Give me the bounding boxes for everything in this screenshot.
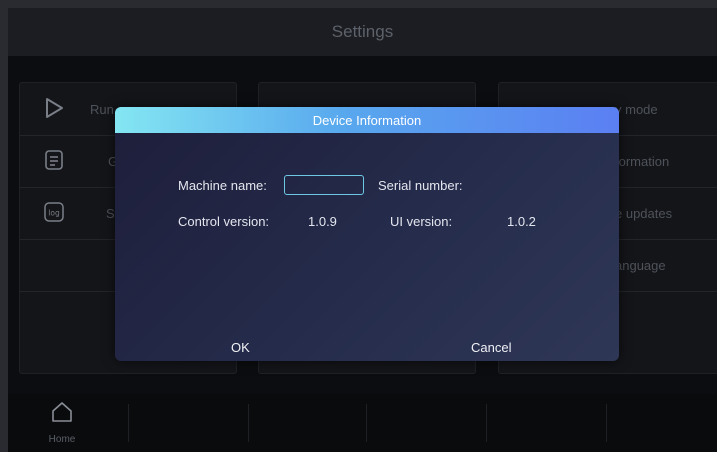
ui-version-value: 1.0.2 <box>507 214 536 229</box>
title-bar: Settings <box>8 8 717 56</box>
nav-divider <box>606 404 607 442</box>
document-icon <box>42 148 66 172</box>
device-information-dialog: Device Information Machine name: Serial … <box>115 107 619 361</box>
ui-version-label: UI version: <box>390 214 453 229</box>
play-icon <box>42 96 66 120</box>
dialog-header: Device Information <box>115 107 619 133</box>
settings-item-label: y mode <box>615 101 658 117</box>
log-icon: log <box>42 200 66 224</box>
nav-divider <box>486 404 487 442</box>
home-label: Home <box>48 434 76 445</box>
settings-item-label: anguage <box>615 257 666 273</box>
machine-name-label: Machine name: <box>178 178 267 193</box>
settings-item-label: formation <box>615 153 670 169</box>
home-icon <box>52 402 72 422</box>
control-version-value: 1.0.9 <box>308 214 337 229</box>
settings-item-label: e updates <box>615 205 673 221</box>
page-title: Settings <box>331 22 394 41</box>
machine-name-input[interactable] <box>284 175 364 195</box>
nav-divider <box>366 404 367 442</box>
svg-text:log: log <box>48 209 60 218</box>
cancel-button[interactable]: Cancel <box>471 336 511 358</box>
dialog-title: Device Information <box>312 112 422 128</box>
serial-number-label: Serial number: <box>378 178 463 193</box>
control-version-label: Control version: <box>178 214 270 229</box>
settings-item-label: Run <box>90 101 114 117</box>
ok-button[interactable]: OK <box>231 336 250 358</box>
nav-divider <box>128 404 129 442</box>
nav-divider <box>248 404 249 442</box>
home-button[interactable]: Home <box>42 398 82 448</box>
bottom-nav: Home <box>8 394 717 452</box>
